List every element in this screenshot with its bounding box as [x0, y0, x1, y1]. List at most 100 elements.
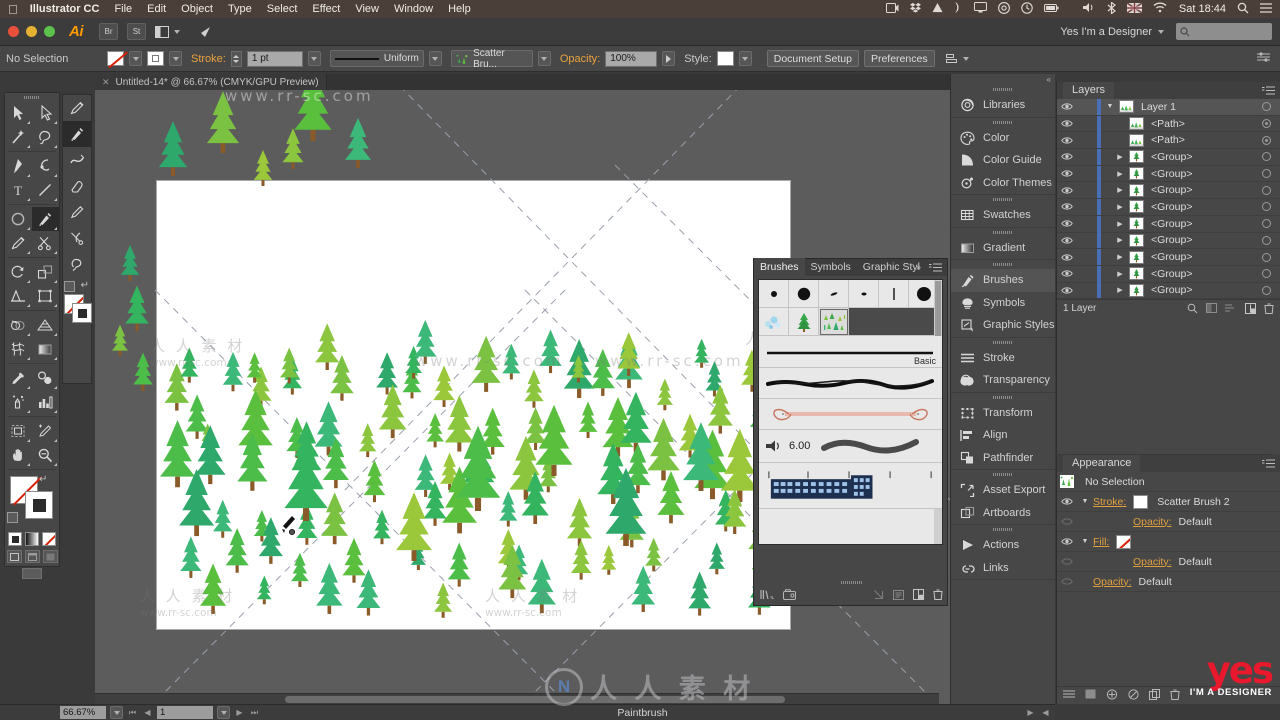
dock-group-grabber[interactable] [951, 85, 1055, 94]
dock-item-stroke[interactable]: Stroke [951, 347, 1055, 370]
chevron-right-icon[interactable]: ▶ [1111, 186, 1129, 194]
layer-name[interactable]: <Group> [1151, 284, 1262, 296]
layer-row[interactable]: ▶ <Group> [1057, 148, 1280, 166]
uk-flag-icon[interactable] [1126, 1, 1143, 16]
creative-cloud-icon[interactable] [997, 1, 1010, 17]
artboard-number-input[interactable]: 1 [157, 706, 213, 719]
dock-group-grabber[interactable] [951, 393, 1055, 402]
delete-brush-icon[interactable] [933, 589, 943, 602]
menu-help[interactable]: Help [448, 3, 471, 15]
artboard-tool[interactable] [5, 419, 32, 443]
target-circle-icon[interactable] [1262, 252, 1271, 262]
dock-item-transform[interactable]: Transform [951, 402, 1055, 425]
menu-effect[interactable]: Effect [312, 3, 340, 15]
panel-dock[interactable]: « Libraries Color Color Guide Color Themes S… [950, 74, 1055, 704]
width-tool[interactable] [5, 284, 32, 308]
notification-center-icon[interactable] [1260, 2, 1272, 16]
chevron-down-icon[interactable]: ▼ [1101, 103, 1119, 110]
dock-item-graphic-styles[interactable]: Graphic Styles [951, 314, 1055, 337]
maximize-window-button[interactable] [44, 26, 55, 37]
eraser-tool-secondary[interactable] [63, 173, 91, 199]
clear-appearance-icon[interactable] [1128, 688, 1139, 703]
appearance-row-stroke[interactable]: ▼ Stroke: Scatter Brush 2 [1057, 492, 1280, 512]
time-machine-icon[interactable] [1021, 1, 1033, 17]
layer-name[interactable]: <Group> [1151, 218, 1262, 230]
dock-item-swatches[interactable]: Swatches [951, 204, 1055, 227]
graphic-style-swatch[interactable] [716, 51, 734, 66]
basic-stroke-row[interactable]: Basic [759, 336, 942, 368]
tools-panel-grabber[interactable] [5, 93, 59, 101]
brushes-panel[interactable]: Brushes Symbols Graphic Styl » Basic 6.0… [753, 258, 948, 606]
rotate-tool[interactable] [5, 260, 32, 284]
spotlight-search-icon[interactable] [1237, 2, 1249, 17]
color-mode-button[interactable] [8, 532, 22, 546]
display-icon[interactable] [973, 2, 987, 16]
new-brush-icon[interactable] [913, 589, 924, 602]
layer-name[interactable]: Layer 1 [1141, 101, 1262, 113]
swap-fill-stroke-icon[interactable]: ↵ [39, 474, 47, 485]
tab-appearance[interactable]: Appearance [1063, 455, 1141, 472]
curvature-tool[interactable] [32, 154, 59, 178]
dock-group-grabber[interactable] [951, 525, 1055, 534]
pencil-tool[interactable] [5, 231, 32, 255]
type-tool[interactable]: T [5, 178, 32, 202]
battery-icon[interactable] [1043, 3, 1059, 15]
visibility-eye-icon[interactable] [1057, 219, 1077, 228]
options-of-selected-object-icon[interactable] [893, 589, 904, 602]
fill-swatch-button[interactable] [107, 51, 124, 66]
pencil-alt-tool-secondary[interactable] [63, 199, 91, 225]
locate-object-icon[interactable] [1187, 303, 1198, 314]
visibility-eye-icon[interactable] [1057, 202, 1077, 211]
tab-brushes[interactable]: Brushes [754, 258, 805, 277]
dock-item-color-guide[interactable]: Color Guide [951, 149, 1055, 172]
align-to-selection-icon[interactable] [945, 52, 969, 65]
menu-object[interactable]: Object [181, 3, 213, 15]
dock-group-grabber[interactable] [951, 118, 1055, 127]
stroke-weight-stepper[interactable] [230, 50, 242, 67]
stroke-swatch-button[interactable] [147, 51, 164, 66]
tree-scatter-brush-cell[interactable] [789, 308, 819, 336]
layer-name[interactable]: <Path> [1151, 134, 1262, 146]
volume-icon[interactable] [1082, 2, 1096, 16]
target-circle-icon[interactable] [1262, 269, 1271, 279]
appearance-row-label[interactable]: Fill: [1093, 536, 1109, 548]
lasso-alt-tool-secondary[interactable] [63, 251, 91, 277]
bristle-brush-row[interactable]: 6.00 [759, 430, 942, 463]
layer-row[interactable]: ▼ Layer 1 [1057, 98, 1280, 116]
none-mode-button[interactable] [42, 532, 56, 546]
zoom-level-dropdown-button[interactable] [110, 706, 123, 719]
layer-row[interactable]: ▶ <Group> [1057, 265, 1280, 283]
zoom-level-input[interactable]: 66.67% [60, 706, 106, 719]
create-sublayer-icon[interactable] [1225, 303, 1237, 313]
layer-name[interactable]: <Group> [1151, 151, 1262, 163]
duplicate-item-icon[interactable] [1149, 688, 1160, 703]
stroke-weight-input[interactable]: 1 pt [246, 50, 303, 67]
dock-group-grabber[interactable] [951, 195, 1055, 204]
brush-definition-dropdown-button[interactable] [537, 51, 551, 66]
stroke-weight-dropdown-button[interactable] [307, 51, 321, 66]
visibility-eye-icon[interactable] [1057, 236, 1077, 245]
calligraphic-brush-cell[interactable] [819, 280, 849, 308]
appearance-row-opacity[interactable]: Opacity: Default [1057, 552, 1280, 572]
new-layer-icon[interactable] [1245, 302, 1256, 314]
paintbrush-tool-secondary[interactable] [63, 121, 91, 147]
slice-tool[interactable] [32, 419, 59, 443]
layer-row[interactable]: ▶ <Group> [1057, 232, 1280, 250]
screen-mode-row[interactable] [5, 550, 59, 563]
arrange-documents-icon[interactable] [155, 25, 180, 39]
close-window-button[interactable] [8, 26, 19, 37]
dock-item-actions[interactable]: Actions [951, 534, 1055, 557]
horizontal-scrollbar[interactable] [95, 693, 939, 704]
layer-name[interactable]: <Path> [1151, 118, 1262, 130]
visibility-eye-icon[interactable] [1057, 517, 1077, 526]
appearance-list[interactable]: ▼ Stroke: Scatter Brush 2 Opacity: Default ▼ F… [1057, 492, 1280, 592]
dock-item-color[interactable]: Color [951, 127, 1055, 150]
chevron-down-icon[interactable]: ▼ [1077, 498, 1093, 505]
target-circle-icon[interactable] [1262, 135, 1271, 145]
normal-screen-mode-button[interactable] [6, 550, 22, 563]
brush-libraries-icon[interactable] [783, 589, 799, 602]
chevron-down-icon[interactable]: ▼ [1077, 538, 1093, 545]
moon-icon[interactable] [954, 2, 963, 16]
apple-icon[interactable]:  [8, 3, 18, 16]
bluetooth-icon[interactable] [1107, 0, 1116, 17]
